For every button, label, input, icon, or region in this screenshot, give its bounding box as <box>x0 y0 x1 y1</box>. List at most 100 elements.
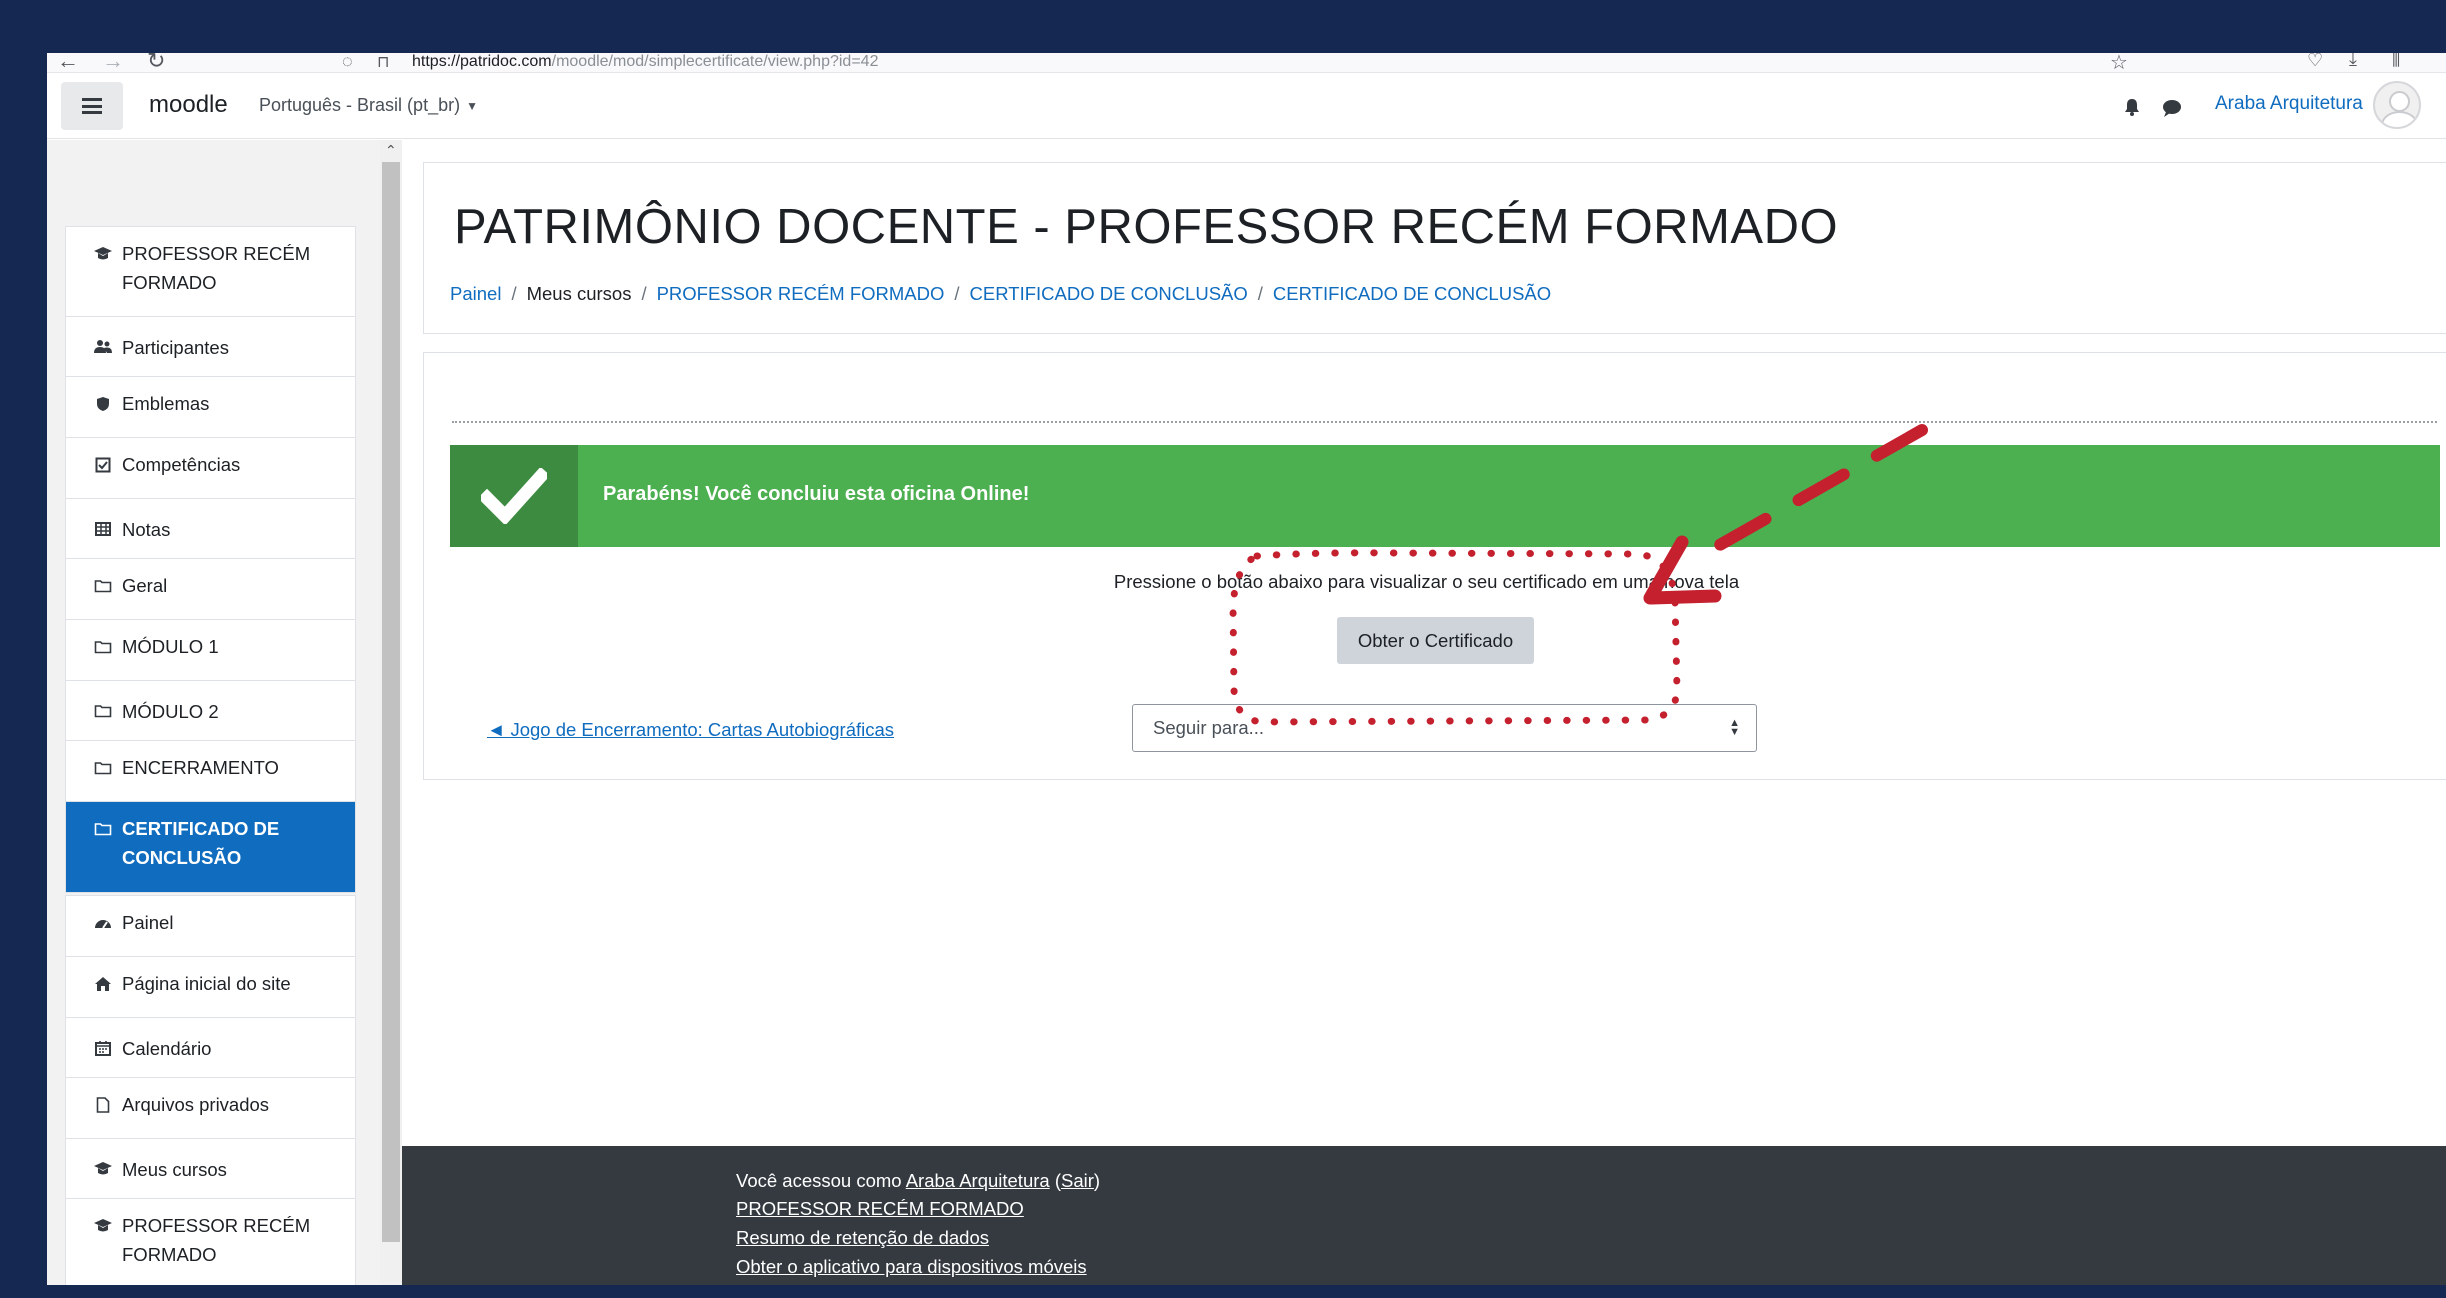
download-icon[interactable]: ⤓ <box>2349 53 2357 70</box>
folder-icon <box>92 697 114 726</box>
screen: ← → ↻ ◌ ⊓ https://patridoc.com/moodle/mo… <box>47 53 2446 1285</box>
library-icon[interactable]: ⫼ <box>2392 53 2400 70</box>
sidebar-item-label: CERTIFICADO DE CONCLUSÃO <box>122 818 280 868</box>
user-menu-name[interactable]: Araba Arquitetura <box>2215 93 2363 115</box>
sidebar-item-participantes[interactable]: Participantes <box>66 317 355 377</box>
sidebar-item-label: MÓDULO 1 <box>122 636 219 657</box>
scrollbar-thumb[interactable] <box>382 162 400 1242</box>
divider <box>452 421 2437 423</box>
sidebar-item-painel[interactable]: Painel <box>66 896 355 957</box>
folder-icon <box>92 814 114 843</box>
sidebar-item-modulo-1[interactable]: MÓDULO 1 <box>66 620 355 681</box>
table-icon <box>92 515 114 544</box>
calendar-icon <box>92 1034 114 1063</box>
avatar[interactable] <box>2373 81 2421 129</box>
graduation-cap-icon <box>92 1211 114 1240</box>
sidebar-item-encerramento[interactable]: ENCERRAMENTO <box>66 741 355 802</box>
sidebar-item-label: Emblemas <box>122 393 210 414</box>
page-header: PATRIMÔNIO DOCENTE - PROFESSOR RECÉM FOR… <box>423 162 2446 334</box>
sidebar-item-pagina-inicial-do-site[interactable]: Página inicial do site <box>66 957 355 1018</box>
site-nav-group: Painel Página inicial do site Calendário Ar… <box>65 895 356 1285</box>
sidebar-item-professor-recem-formado[interactable]: PROFESSOR RECÉM FORMADO <box>66 227 355 317</box>
page-title: PATRIMÔNIO DOCENTE - PROFESSOR RECÉM FOR… <box>454 200 1839 254</box>
sidebar-item-label: Notas <box>122 518 171 540</box>
success-message: Parabéns! Você concluiu esta oficina Onl… <box>603 483 1030 505</box>
breadcrumb-meus-cursos: Meus cursos <box>526 283 632 304</box>
footer-user-link[interactable]: Araba Arquitetura <box>906 1170 1050 1191</box>
language-label: Português - Brasil (pt_br) <box>259 95 461 115</box>
sidebar-item-professor-recem-formado[interactable]: PROFESSOR RECÉM FORMADO <box>66 1199 355 1285</box>
sidebar-item-meus-cursos[interactable]: Meus cursos <box>66 1139 355 1199</box>
jump-to-placeholder: Seguir para... <box>1153 717 1265 738</box>
folder-icon <box>92 753 114 782</box>
page-footer: Você acessou como Araba Arquitetura (Sai… <box>402 1146 2446 1285</box>
sidebar-item-competencias[interactable]: Competências <box>66 438 355 499</box>
dashboard-icon <box>92 908 114 937</box>
checkmark-icon <box>450 445 578 547</box>
sidebar-item-label: Meus cursos <box>122 1158 227 1180</box>
course-nav-group: PROFESSOR RECÉM FORMADO Participantes Embl… <box>65 226 356 893</box>
login-info: Você acessou como Araba Arquitetura (Sai… <box>736 1170 1101 1191</box>
main-region: PATRIMÔNIO DOCENTE - PROFESSOR RECÉM FOR… <box>402 140 2446 1200</box>
chat-icon[interactable] <box>2162 99 2182 117</box>
data-retention-link[interactable]: Resumo de retenção de dados <box>736 1227 989 1248</box>
breadcrumb-course[interactable]: PROFESSOR RECÉM FORMADO <box>657 283 945 304</box>
mobile-app-link[interactable]: Obter o aplicativo para dispositivos móv… <box>736 1256 1087 1277</box>
file-icon <box>92 1090 114 1119</box>
breadcrumb: Painel / Meus cursos / PROFESSOR RECÉM FORMA… <box>450 283 1552 304</box>
sidebar-item-label: PROFESSOR RECÉM FORMADO <box>122 1215 311 1265</box>
drawer-toggle-button[interactable] <box>61 82 123 130</box>
site-brand[interactable]: moodle <box>149 91 228 119</box>
sidebar-item-arquivos-privados[interactable]: Arquivos privados <box>66 1078 355 1139</box>
breadcrumb-section[interactable]: CERTIFICADO DE CONCLUSÃO <box>970 283 1248 304</box>
previous-activity-link[interactable]: ◄ Jogo de Encerramento: Cartas Autobiogr… <box>487 719 894 741</box>
reload-icon[interactable]: ↻ <box>147 53 165 74</box>
sidebar-item-label: PROFESSOR RECÉM FORMADO <box>122 243 311 293</box>
language-menu[interactable]: Português - Brasil (pt_br) ▼ <box>259 95 478 116</box>
folder-icon <box>92 632 114 661</box>
sidebar-item-label: ENCERRAMENTO <box>122 757 279 778</box>
select-arrows-icon: ▲ ▼ <box>1729 716 1740 738</box>
pocket-icon[interactable]: ♡ <box>2307 53 2323 71</box>
sidebar-item-label: MÓDULO 2 <box>122 700 219 722</box>
get-certificate-button[interactable]: Obter o Certificado <box>1337 617 1534 664</box>
sidebar-item-calendario[interactable]: Calendário <box>66 1018 355 1078</box>
sidebar-item-label: Arquivos privados <box>122 1094 270 1115</box>
sidebar-item-label: Painel <box>122 912 174 933</box>
scroll-up-icon[interactable]: ⌃ <box>385 142 397 159</box>
sidebar-item-modulo-2[interactable]: MÓDULO 2 <box>66 681 355 741</box>
sidebar-item-label: Página inicial do site <box>122 973 291 994</box>
check-square-icon <box>92 450 114 479</box>
breadcrumb-activity[interactable]: CERTIFICADO DE CONCLUSÃO <box>1273 283 1551 304</box>
back-icon[interactable]: ← <box>57 53 79 74</box>
sidebar-item-certificado-de-conclusao[interactable]: CERTIFICADO DE CONCLUSÃO <box>66 802 355 892</box>
home-icon <box>92 969 114 998</box>
folder-icon <box>92 571 114 600</box>
sidebar-item-label: Competências <box>122 454 241 475</box>
bookmark-star-icon[interactable]: ☆ <box>2110 53 2128 75</box>
sidebar-item-notas[interactable]: Notas <box>66 499 355 559</box>
breadcrumb-painel[interactable]: Painel <box>450 283 501 304</box>
login-prefix: Você acessou como <box>736 1170 902 1191</box>
shield-icon[interactable]: ◌ <box>342 53 353 72</box>
sidebar-item-label: Geral <box>122 575 168 596</box>
shield-icon <box>92 389 114 418</box>
certificate-instruction: Pressione o botão abaixo para visualizar… <box>1113 571 1740 592</box>
jump-to-select[interactable]: Seguir para... ▲ ▼ <box>1132 704 1757 752</box>
graduation-cap-icon <box>92 1155 114 1184</box>
sidebar-scrollbar[interactable]: ⌃ <box>380 140 402 1285</box>
success-alert: Parabéns! Você concluiu esta oficina Onl… <box>450 445 2440 547</box>
sidebar-item-emblemas[interactable]: Emblemas <box>66 377 355 438</box>
top-navbar: moodle Português - Brasil (pt_br) ▼ Araba… <box>47 73 2446 139</box>
graduation-cap-icon <box>92 239 114 268</box>
url-field[interactable]: https://patridoc.com/moodle/mod/simplece… <box>412 53 878 71</box>
caret-down-icon: ▼ <box>466 99 478 114</box>
sidebar-item-geral[interactable]: Geral <box>66 559 355 620</box>
forward-icon[interactable]: → <box>102 53 124 74</box>
sidebar-item-label: Calendário <box>122 1037 212 1059</box>
users-icon <box>92 333 114 362</box>
footer-course-link[interactable]: PROFESSOR RECÉM FORMADO <box>736 1198 1024 1219</box>
nav-drawer: PROFESSOR RECÉM FORMADO Participantes Embl… <box>47 140 402 1285</box>
logout-link[interactable]: Sair <box>1061 1170 1094 1191</box>
bell-icon[interactable] <box>2123 98 2141 116</box>
